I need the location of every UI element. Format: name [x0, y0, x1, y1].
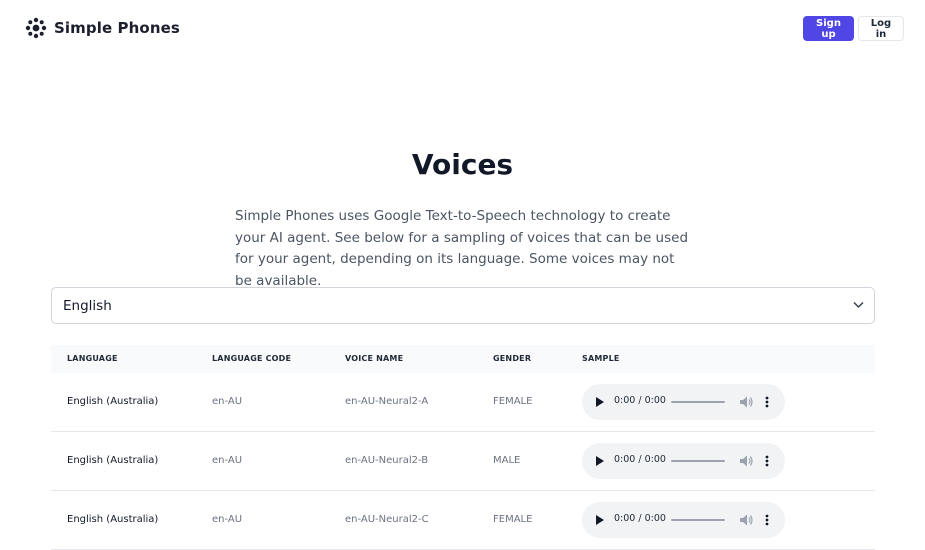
more-vertical-icon[interactable]	[765, 514, 769, 526]
site-header: Simple Phones Sign up Log in	[0, 0, 925, 56]
volume-icon[interactable]	[740, 514, 753, 526]
play-icon[interactable]	[596, 515, 604, 525]
more-vertical-icon[interactable]	[765, 455, 769, 467]
brand-name: Simple Phones	[54, 19, 180, 37]
header-language: LANGUAGE	[67, 354, 118, 363]
brand-logo[interactable]: Simple Phones	[25, 17, 180, 39]
chevron-down-icon	[853, 301, 864, 309]
audio-time: 0:00 / 0:00	[614, 395, 666, 406]
audio-player[interactable]: 0:00 / 0:00	[582, 502, 785, 538]
play-icon[interactable]	[596, 397, 604, 407]
audio-time: 0:00 / 0:00	[614, 454, 666, 465]
intro-text: Simple Phones uses Google Text-to-Speech…	[235, 208, 689, 290]
table-row: English (Australia) en-AU en-AU-Neural2-…	[51, 373, 875, 432]
header-sample: SAMPLE	[582, 354, 620, 363]
header-gender: GENDER	[493, 354, 532, 363]
volume-icon[interactable]	[740, 396, 753, 408]
cell-language: English (Australia)	[67, 396, 159, 407]
sparkle-dots-icon	[25, 17, 47, 39]
more-vertical-icon[interactable]	[765, 396, 769, 408]
cell-gender: FEMALE	[493, 396, 533, 407]
audio-progress-track[interactable]	[671, 519, 725, 521]
language-select[interactable]: English	[51, 287, 875, 324]
table-row: English (Australia) en-AU en-AU-Neural2-…	[51, 432, 875, 491]
audio-time: 0:00 / 0:00	[614, 513, 666, 524]
cell-gender: MALE	[493, 455, 521, 466]
play-icon[interactable]	[596, 456, 604, 466]
sign-up-button[interactable]: Sign up	[803, 16, 854, 41]
page-title: Voices	[411, 148, 514, 181]
cell-language-code: en-AU	[212, 396, 243, 407]
audio-player[interactable]: 0:00 / 0:00	[582, 384, 785, 420]
voices-table: LANGUAGE LANGUAGE CODE VOICE NAME GENDER…	[51, 345, 875, 550]
cell-voice-name: en-AU-Neural2-A	[345, 396, 429, 407]
audio-progress-track[interactable]	[671, 460, 725, 462]
language-select-value: English	[63, 298, 112, 314]
audio-progress-track[interactable]	[671, 401, 725, 403]
cell-language: English (Australia)	[67, 455, 159, 466]
cell-language-code: en-AU	[212, 455, 243, 466]
table-header: LANGUAGE LANGUAGE CODE VOICE NAME GENDER…	[51, 345, 875, 373]
audio-player[interactable]: 0:00 / 0:00	[582, 443, 785, 479]
header-voice-name: VOICE NAME	[345, 354, 404, 363]
volume-icon[interactable]	[740, 455, 753, 467]
header-language-code: LANGUAGE CODE	[212, 354, 292, 363]
table-row: English (Australia) en-AU en-AU-Neural2-…	[51, 491, 875, 550]
cell-voice-name: en-AU-Neural2-B	[345, 455, 429, 466]
log-in-button[interactable]: Log in	[858, 16, 904, 41]
